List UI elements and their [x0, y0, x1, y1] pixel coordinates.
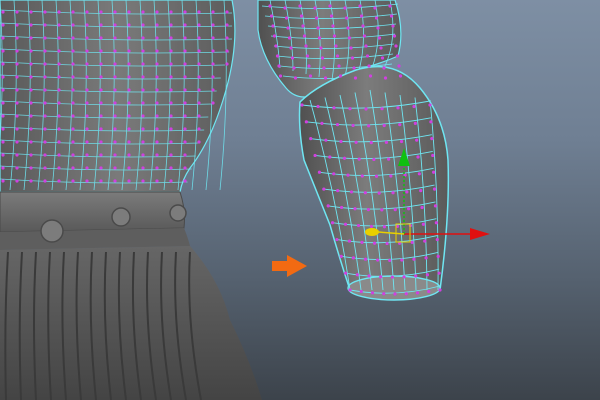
- orange-arrow-icon: [272, 255, 307, 277]
- 3d-viewport[interactable]: move-tool: [0, 0, 600, 400]
- belt-mesh[interactable]: [0, 191, 190, 250]
- viewport-canvas[interactable]: [0, 0, 600, 400]
- torso-mesh[interactable]: [0, 0, 236, 193]
- skirt-mesh[interactable]: [0, 246, 262, 400]
- x-axis-arrow-icon[interactable]: [470, 228, 490, 240]
- z-axis-arrow-icon[interactable]: [365, 228, 379, 236]
